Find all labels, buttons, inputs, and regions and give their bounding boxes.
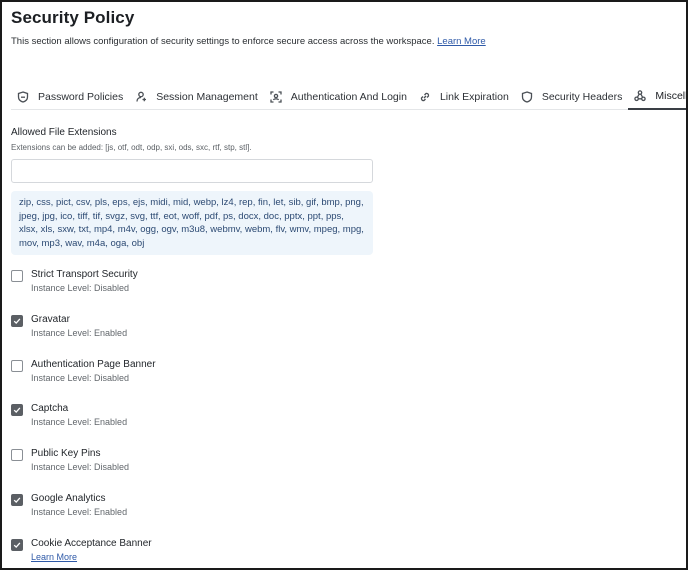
setting-status: Instance Level: Enabled <box>31 506 128 517</box>
description-text: This section allows configuration of sec… <box>11 36 435 47</box>
extensions-list: zip, css, pict, csv, pls, eps, ejs, midi… <box>11 191 373 255</box>
settings-list: Strict Transport Security Instance Level… <box>11 268 411 568</box>
tab-label: Password Policies <box>38 90 124 103</box>
tab-label: Miscellaneous <box>655 90 688 102</box>
setting-status: Instance Level: Enabled <box>31 327 128 338</box>
page-description: This section allows configuration of sec… <box>11 36 486 47</box>
setting-public-key-pins: Public Key Pins Instance Level: Disabled <box>11 447 411 492</box>
security-policy-panel: Security Policy This section allows conf… <box>0 0 688 570</box>
setting-title: Google Analytics <box>31 492 106 504</box>
authentication-page-banner-checkbox[interactable] <box>11 359 23 372</box>
tab-label: Session Management <box>156 90 258 103</box>
tab-password-policies[interactable]: Password Policies <box>11 84 129 109</box>
setting-status: Instance Level: Enabled <box>31 417 128 428</box>
tab-authentication-and-login[interactable]: Authentication And Login <box>264 84 413 109</box>
setting-google-analytics: Google Analytics Instance Level: Enabled <box>11 492 411 537</box>
tab-label: Link Expiration <box>439 90 509 103</box>
setting-cookie-acceptance-banner: Cookie Acceptance Banner Learn More <box>11 537 411 568</box>
checkmark-icon <box>13 497 21 503</box>
allowed-extensions-hint: Extensions can be added: [js, otf, odt, … <box>11 143 252 152</box>
setting-title: Strict Transport Security <box>31 269 138 280</box>
setting-title: Cookie Acceptance Banner <box>31 537 152 549</box>
setting-title: Captcha <box>31 403 69 415</box>
learn-more-link[interactable]: Learn More <box>437 36 486 47</box>
google-analytics-checkbox[interactable] <box>11 493 23 506</box>
user-session-icon <box>136 91 147 102</box>
share-nodes-icon <box>634 90 647 102</box>
setting-title: Public Key Pins <box>31 448 101 460</box>
tab-security-headers[interactable]: Security Headers <box>515 84 629 109</box>
setting-title: Authentication Page Banner <box>31 358 156 370</box>
captcha-checkbox[interactable] <box>11 404 23 417</box>
setting-captcha: Captcha Instance Level: Enabled <box>11 402 411 447</box>
cookie-acceptance-banner-checkbox[interactable] <box>11 538 23 551</box>
strict-transport-security-checkbox[interactable] <box>11 270 23 282</box>
tab-bar: Password Policies Session Management Aut… <box>11 84 686 110</box>
checkmark-icon <box>13 318 21 324</box>
public-key-pins-checkbox[interactable] <box>11 449 23 462</box>
tab-miscellaneous[interactable]: Miscellaneous <box>628 84 688 110</box>
tab-session-management[interactable]: Session Management <box>129 84 264 109</box>
cookie-learn-more-link[interactable]: Learn More <box>31 552 77 562</box>
allowed-extensions-label: Allowed File Extensions <box>11 127 117 138</box>
tab-label: Authentication And Login <box>290 90 407 103</box>
checkmark-icon <box>13 542 21 548</box>
link-icon <box>420 92 430 101</box>
tab-link-expiration[interactable]: Link Expiration <box>413 84 515 109</box>
checkmark-icon <box>13 407 21 414</box>
setting-status: Instance Level: Disabled <box>31 372 130 383</box>
setting-authentication-page-banner: Authentication Page Banner Instance Leve… <box>11 358 411 403</box>
gravatar-checkbox[interactable] <box>11 314 23 327</box>
setting-strict-transport-security: Strict Transport Security Instance Level… <box>11 268 411 313</box>
shield-outline-icon <box>521 90 532 103</box>
tab-label: Security Headers <box>541 90 623 103</box>
extension-input[interactable] <box>11 159 373 183</box>
page-title: Security Policy <box>11 8 135 27</box>
setting-status: Instance Level: Disabled <box>31 283 130 293</box>
shield-icon <box>17 90 29 103</box>
setting-title: Gravatar <box>31 313 70 325</box>
setting-status: Instance Level: Disabled <box>31 462 130 473</box>
scan-face-icon <box>270 90 282 103</box>
setting-gravatar: Gravatar Instance Level: Enabled <box>11 313 411 358</box>
